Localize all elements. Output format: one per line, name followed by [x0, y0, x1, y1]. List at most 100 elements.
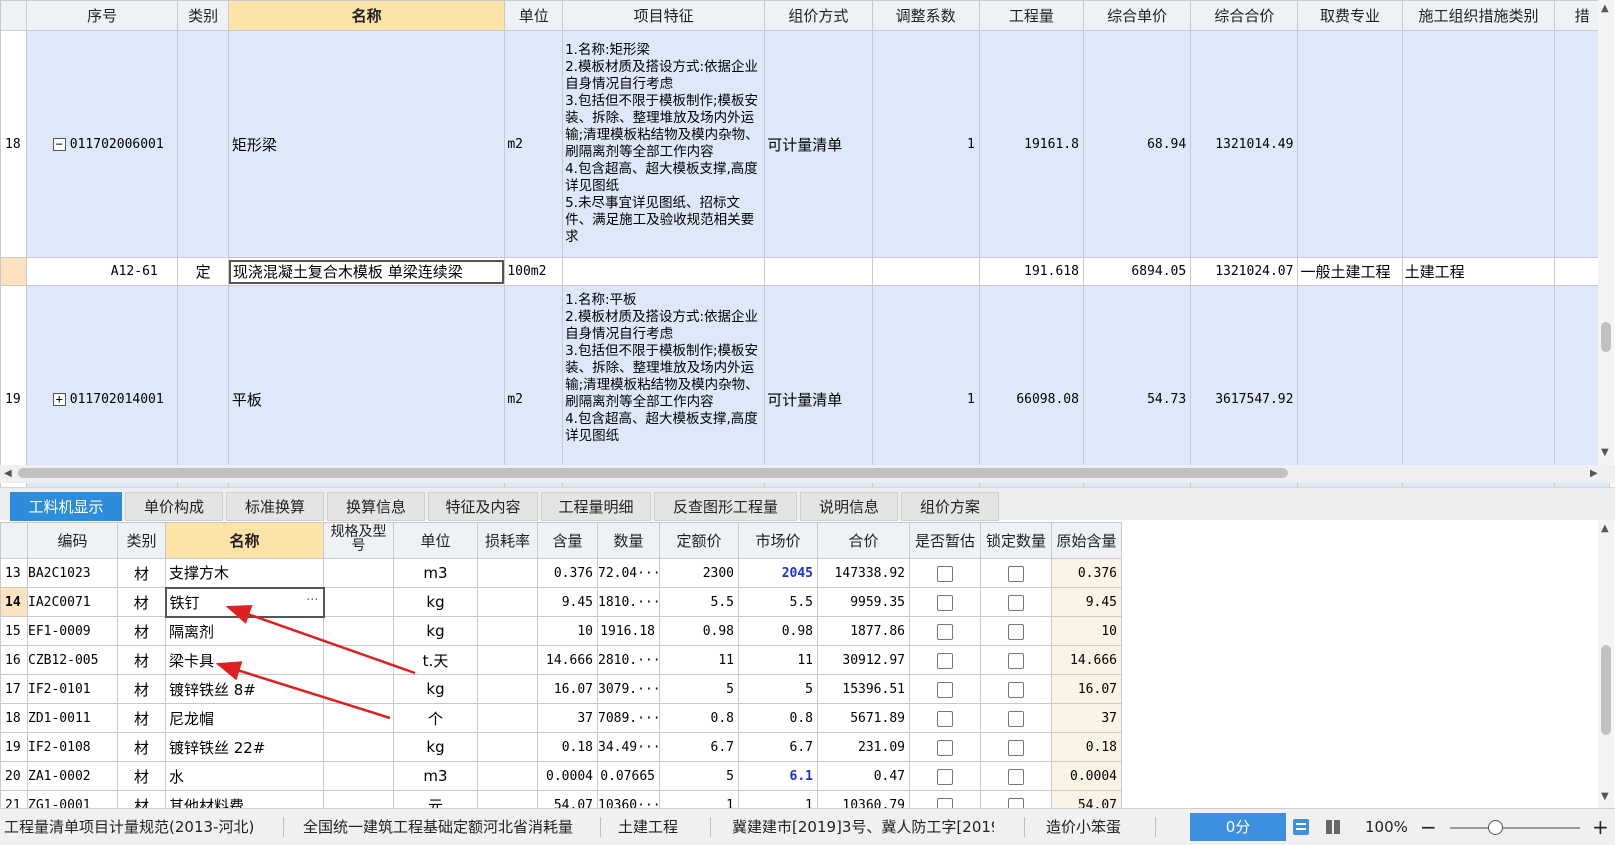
resource-loss[interactable] [477, 616, 538, 646]
status-policy[interactable]: 冀建建市[2019]3号、冀人防工字[2019] [732, 809, 994, 845]
item-qty[interactable]: 191.618 [978, 257, 1084, 286]
resource-qty[interactable]: 34.49··· [597, 732, 660, 762]
estimated-checkbox-cell[interactable] [909, 674, 981, 704]
col-header-quota-price[interactable]: 定额价 [659, 522, 739, 559]
checkbox[interactable] [937, 681, 953, 698]
resource-market-price[interactable]: 2045 [738, 558, 818, 588]
resource-type[interactable]: 材 [117, 616, 166, 646]
tab-pricing-scheme[interactable]: 组价方案 [901, 492, 999, 521]
status-spec[interactable]: 工程量清单项目计量规范(2013-河北) [4, 809, 274, 845]
resource-loss[interactable] [477, 703, 538, 733]
checkbox[interactable] [937, 565, 953, 582]
resource-unit[interactable]: kg [393, 674, 478, 704]
status-discipline[interactable]: 土建工程 [618, 809, 698, 845]
top-hscroll-thumb[interactable] [18, 468, 1288, 478]
col-header-unit[interactable]: 单位 [393, 522, 478, 559]
resource-loss[interactable] [477, 558, 538, 588]
resource-quota-price[interactable]: 2300 [659, 558, 739, 588]
resource-total[interactable]: 10360.79 [817, 790, 910, 808]
item-unit[interactable]: 100m2 [504, 257, 564, 286]
checkbox[interactable] [1008, 768, 1024, 785]
resource-qty[interactable]: 3079.··· [597, 674, 660, 704]
resource-type[interactable]: 材 [117, 703, 166, 733]
resource-row[interactable]: 13 BA2C1023 材支撑方木 m3 0.376 72.04··· 2300 2045 14… [0, 558, 1122, 588]
item-coef[interactable] [871, 257, 980, 286]
lock-qty-checkbox-cell[interactable] [980, 703, 1052, 733]
item-qty[interactable]: 19161.8 [978, 30, 1084, 258]
estimated-checkbox-cell[interactable] [909, 761, 981, 791]
resource-qty[interactable]: 2810.··· [597, 645, 660, 675]
resource-total[interactable]: 147338.92 [817, 558, 910, 588]
col-header-loss[interactable]: 损耗率 [477, 522, 538, 559]
zoom-slider-track[interactable] [1450, 827, 1580, 829]
resource-quota-price[interactable]: 1 [659, 790, 739, 808]
resource-market-price[interactable]: 6.7 [738, 732, 818, 762]
item-features[interactable]: 1.名称:矩形梁 2.模板材质及搭设方式:依据企业自身情况自行考虑 3.包括但不… [562, 30, 766, 258]
col-header-measure-type[interactable]: 施工组织措施类别 [1401, 0, 1556, 31]
resource-name-text[interactable]: 铁钉 [170, 594, 200, 612]
status-quota[interactable]: 全国统一建筑工程基础定额河北省消耗量 [303, 809, 593, 845]
estimated-checkbox-cell[interactable] [909, 790, 981, 808]
resource-quota-price[interactable]: 0.8 [659, 703, 739, 733]
col-header-name[interactable]: 名称 [227, 0, 506, 31]
resource-unit[interactable]: kg [393, 587, 478, 617]
list-view-icon[interactable] [1292, 818, 1310, 836]
resource-quota-price[interactable]: 5 [659, 674, 739, 704]
tab-unit-price-composition[interactable]: 单价构成 [125, 492, 223, 521]
item-name[interactable]: 矩形梁 [227, 30, 506, 258]
col-header-features[interactable]: 项目特征 [562, 0, 766, 31]
resource-type[interactable]: 材 [117, 587, 166, 617]
col-header-total[interactable]: 合价 [817, 522, 910, 559]
resource-content[interactable]: 54.07 [537, 790, 598, 808]
resource-market-price[interactable]: 11 [738, 645, 818, 675]
lock-qty-checkbox-cell[interactable] [980, 587, 1052, 617]
col-header-qty[interactable]: 数量 [597, 522, 660, 559]
scroll-up-icon[interactable]: ▲ [1601, 524, 1609, 534]
resource-type[interactable]: 材 [117, 761, 166, 791]
resource-spec[interactable] [323, 587, 394, 617]
resource-total[interactable]: 0.47 [817, 761, 910, 791]
lock-qty-checkbox-cell[interactable] [980, 616, 1052, 646]
resource-type[interactable]: 材 [117, 645, 166, 675]
resource-row[interactable]: 20 ZA1-0002 材水 m3 0.0004 0.07665 5 6.1 0.47 0.000… [0, 761, 1122, 791]
resource-name[interactable]: 支撑方木 [165, 558, 324, 588]
resource-type[interactable]: 材 [117, 558, 166, 588]
estimated-checkbox-cell[interactable] [909, 732, 981, 762]
row-number[interactable]: 18 [0, 30, 27, 258]
checkbox[interactable] [937, 623, 953, 640]
resource-spec[interactable] [323, 790, 394, 808]
resource-unit[interactable]: 个 [393, 703, 478, 733]
item-measure-type[interactable] [1401, 30, 1556, 258]
resource-quota-price[interactable]: 11 [659, 645, 739, 675]
item-name-editing[interactable]: 现浇混凝土复合木模板 单梁连续梁 [227, 257, 506, 286]
resource-quota-price[interactable]: 5 [659, 761, 739, 791]
checkbox[interactable] [937, 797, 953, 808]
resource-loss[interactable] [477, 674, 538, 704]
lock-qty-checkbox-cell[interactable] [980, 790, 1052, 808]
tab-quantity-details[interactable]: 工程量明细 [541, 492, 651, 521]
row-number[interactable] [0, 257, 27, 286]
resource-qty[interactable]: 7089.··· [597, 703, 660, 733]
resource-name[interactable]: 梁卡具 [165, 645, 324, 675]
resource-spec[interactable] [323, 616, 394, 646]
item-features[interactable] [562, 257, 766, 286]
lock-qty-checkbox-cell[interactable] [980, 674, 1052, 704]
lock-qty-checkbox-cell[interactable] [980, 732, 1052, 762]
resource-loss[interactable] [477, 790, 538, 808]
resource-quota-price[interactable]: 0.98 [659, 616, 739, 646]
col-header-unit[interactable]: 单位 [504, 0, 564, 31]
table-row[interactable]: A12-61 定 现浇混凝土复合木模板 单梁连续梁 100m2 191.618 … [0, 257, 1610, 286]
col-header-coef[interactable]: 调整系数 [871, 0, 980, 31]
estimated-checkbox-cell[interactable] [909, 703, 981, 733]
more-options-icon[interactable]: ··· [306, 593, 318, 608]
item-measure-type[interactable]: 土建工程 [1401, 257, 1556, 286]
resource-market-price[interactable]: 5.5 [738, 587, 818, 617]
scroll-down-icon[interactable]: ▼ [1601, 792, 1609, 802]
checkbox[interactable] [1008, 565, 1024, 582]
col-header-unit-price[interactable]: 综合单价 [1082, 0, 1192, 31]
resource-type[interactable]: 材 [117, 674, 166, 704]
col-header-pricing[interactable]: 组价方式 [764, 0, 873, 31]
resource-market-price[interactable]: 0.98 [738, 616, 818, 646]
bottom-vscrollbar[interactable]: ▲ ▼ [1598, 520, 1614, 808]
top-hscrollbar[interactable]: ◀ ▶ [0, 465, 1615, 483]
